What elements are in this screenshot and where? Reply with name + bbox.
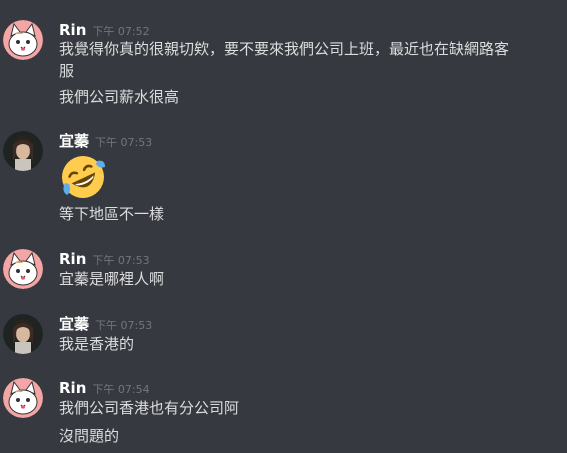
message-header: Rin 下午 07:54 [59,378,150,398]
person-photo-avatar-icon[interactable] [3,314,43,354]
username[interactable]: 宜蓁 [59,132,89,150]
message-group: Rin 下午 07:53 宜蓁是哪裡人啊 [0,249,567,294]
person-photo-avatar-icon[interactable] [3,131,43,171]
message-text: 我們公司薪水很高 [59,88,180,106]
message-header: Rin 下午 07:52 [59,20,150,40]
message-text: 我是香港的 [59,335,135,353]
cat-avatar-icon[interactable] [3,249,43,289]
username[interactable]: Rin [59,21,86,39]
timestamp: 下午 07:53 [95,136,153,149]
message-group: Rin 下午 07:54 我們公司香港也有分公司阿 沒問題的 [0,378,567,453]
username[interactable]: Rin [59,250,86,268]
message-text: 沒問題的 [59,427,120,445]
message-header: 宜蓁 下午 07:53 [59,131,152,151]
message-text: 我覺得你真的很親切欸，要不要來我們公司上班，最近也在缺網路客 [59,40,510,58]
message-text: 宜蓁是哪裡人啊 [59,270,165,288]
message-text: 我們公司香港也有分公司阿 [59,399,240,417]
message-header: Rin 下午 07:53 [59,249,150,269]
message-text: 服 [59,62,75,80]
username[interactable]: 宜蓁 [59,315,89,333]
timestamp: 下午 07:53 [95,319,153,332]
rofl-emoji-icon[interactable] [59,153,107,201]
message-group: Rin 下午 07:52 我覺得你真的很親切欸，要不要來我們公司上班，最近也在缺網… [0,20,567,115]
cat-avatar-icon[interactable] [3,20,43,60]
message-header: 宜蓁 下午 07:53 [59,314,152,334]
message-group: 宜蓁 下午 07:53 等下地區不一樣 [0,131,567,226]
message-text: 等下地區不一樣 [59,205,165,223]
message-group: 宜蓁 下午 07:53 我是香港的 [0,314,567,359]
cat-avatar-icon[interactable] [3,378,43,418]
username[interactable]: Rin [59,379,86,397]
chat-messages: Rin 下午 07:52 我覺得你真的很親切欸，要不要來我們公司上班，最近也在缺網… [0,0,567,453]
timestamp: 下午 07:54 [92,383,150,396]
timestamp: 下午 07:52 [92,25,150,38]
timestamp: 下午 07:53 [92,254,150,267]
